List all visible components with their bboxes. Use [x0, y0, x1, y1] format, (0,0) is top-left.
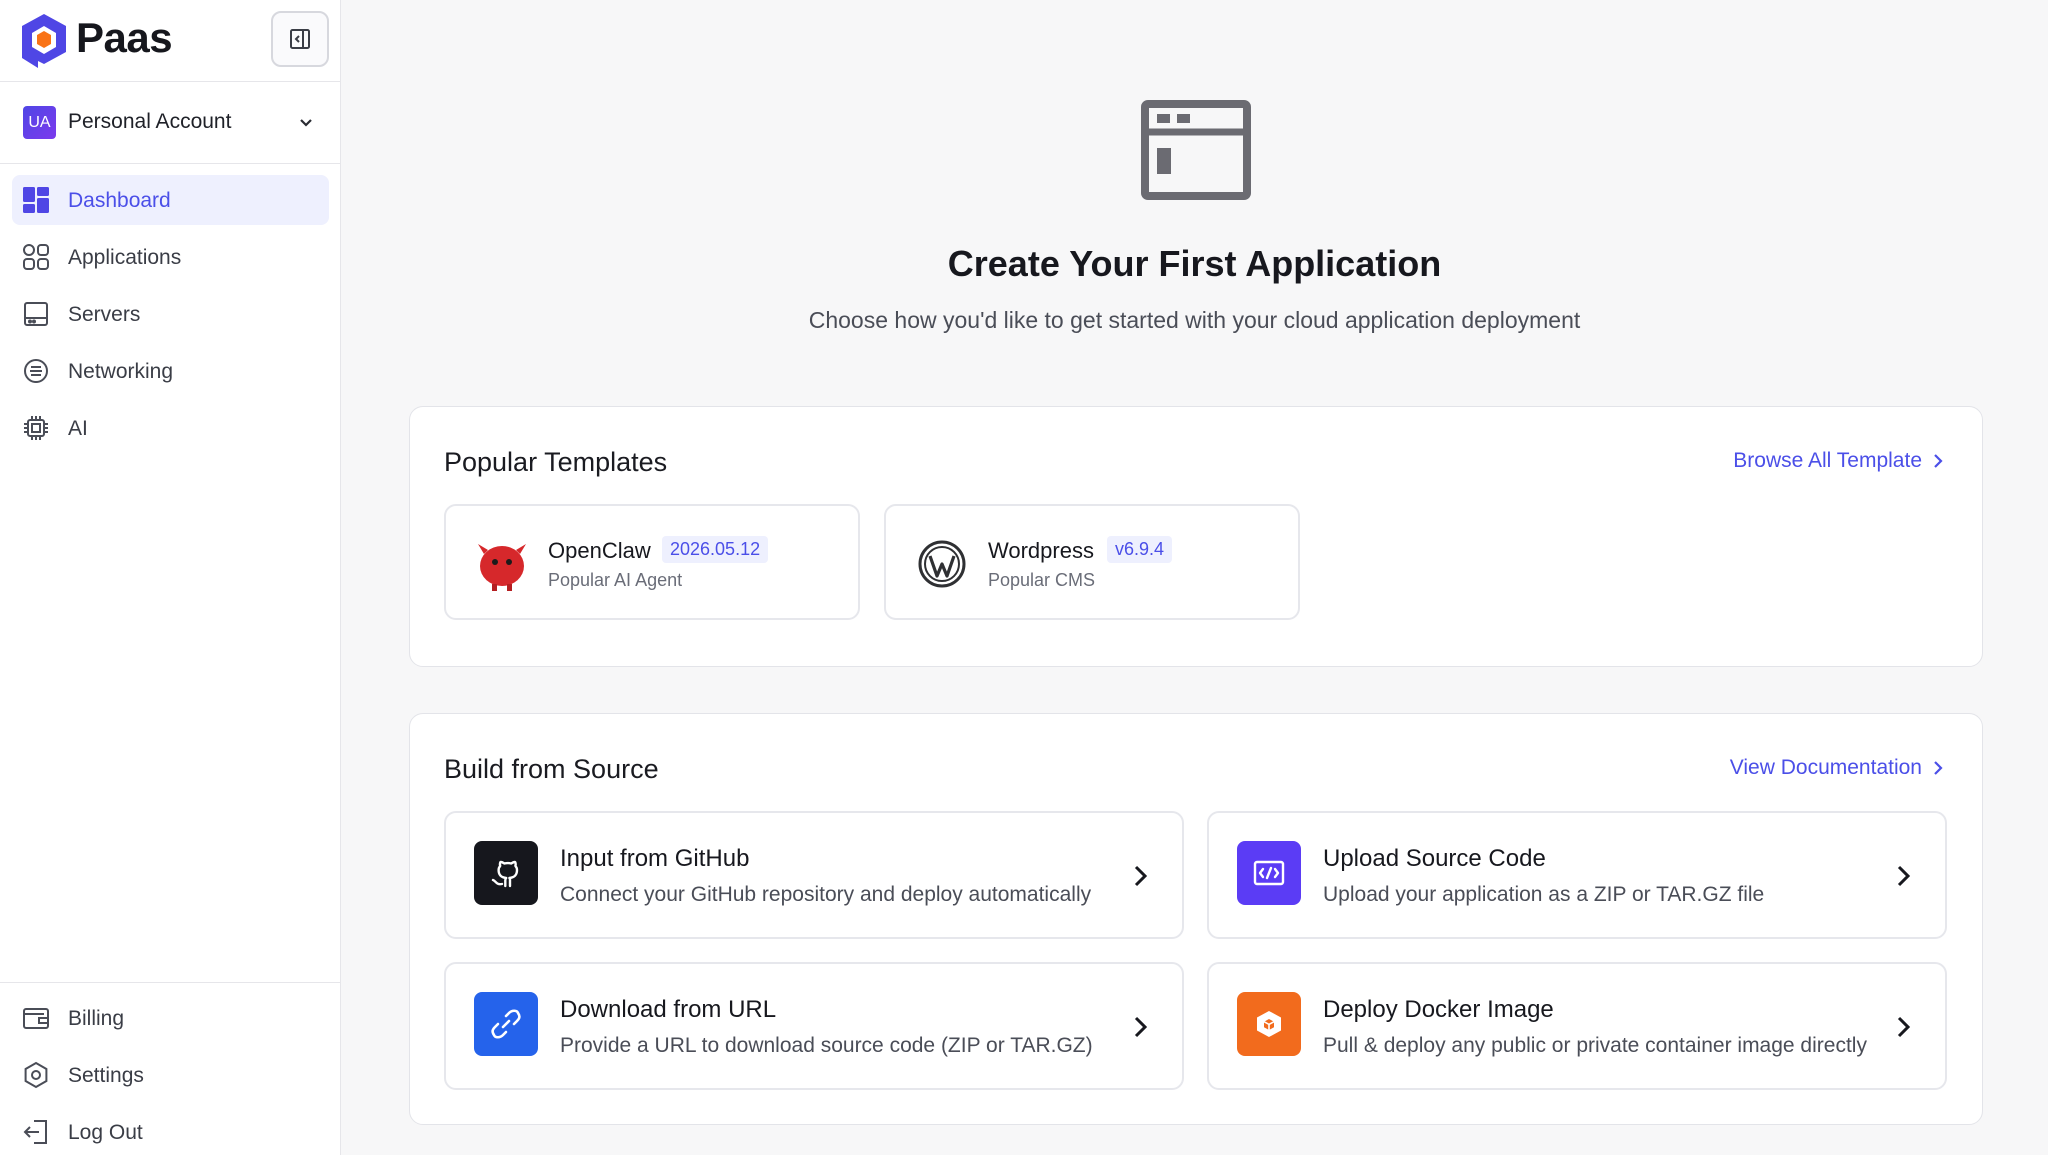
sidebar-item-billing[interactable]: Billing [12, 993, 329, 1043]
popular-templates-card: Popular Templates Browse All Template Op… [409, 406, 1983, 667]
chevron-down-icon [300, 119, 312, 127]
template-name: Wordpress [988, 538, 1094, 563]
sidebar-item-servers[interactable]: Servers [12, 289, 329, 339]
account-avatar: UA [23, 106, 56, 139]
logout-icon [23, 1120, 47, 1144]
sidebar-item-label: Servers [68, 303, 141, 326]
page-title: Create Your First Application [947, 243, 1442, 284]
code-upload-icon [1237, 841, 1301, 905]
github-icon [474, 841, 538, 905]
build-from-source-card: Build from Source View Documentation Inp… [409, 713, 1983, 1125]
source-option-github[interactable]: Input from GitHub Connect your GitHub re… [444, 811, 1184, 939]
sidebar-item-label: Log Out [68, 1121, 143, 1144]
sidebar-item-label: Billing [68, 1007, 125, 1030]
chevron-right-icon [1897, 1016, 1911, 1038]
sidebar-item-label: Dashboard [68, 189, 171, 212]
sidebar-item-label: AI [68, 417, 88, 440]
link-label: View Documentation [1729, 756, 1922, 779]
sidebar-item-networking[interactable]: Networking [12, 346, 329, 396]
brand-header: Paas [0, 0, 341, 82]
section-title: Build from Source [444, 754, 659, 784]
browse-all-templates-link[interactable]: Browse All Template [1733, 449, 1944, 473]
template-description: Popular AI Agent [548, 570, 683, 590]
source-option-docker[interactable]: Deploy Docker Image Pull & deploy any pu… [1207, 962, 1947, 1090]
sidebar-item-ai[interactable]: AI [12, 403, 329, 453]
link-icon [474, 992, 538, 1056]
section-title: Popular Templates [444, 447, 668, 477]
sidebar-item-applications[interactable]: Applications [12, 232, 329, 282]
sidebar-bottom-nav: Billing Settings Log Out [0, 982, 341, 1155]
dashboard-icon [23, 187, 49, 213]
sidebar-item-label: Networking [68, 360, 174, 383]
sidebar-item-dashboard[interactable]: Dashboard [12, 175, 329, 225]
option-description: Upload your application as a ZIP or TAR.… [1323, 883, 1765, 906]
view-documentation-link[interactable]: View Documentation [1730, 756, 1944, 780]
option-title: Upload Source Code [1323, 845, 1546, 872]
version-badge: v6.9.4 [1107, 536, 1173, 563]
version-badge: 2026.05.12 [662, 536, 769, 563]
wallet-icon [23, 1008, 49, 1029]
chip-icon [24, 416, 48, 440]
account-name: Personal Account [68, 110, 232, 133]
option-title: Download from URL [560, 996, 777, 1023]
apps-icon [23, 244, 49, 270]
collapse-sidebar-button[interactable] [271, 11, 329, 67]
sidebar-item-label: Applications [68, 246, 182, 269]
source-option-upload[interactable]: Upload Source Code Upload your applicati… [1207, 811, 1947, 939]
account-switcher[interactable]: UA Personal Account [0, 82, 341, 164]
sidebar-item-label: Settings [68, 1064, 144, 1087]
link-label: Browse All Template [1733, 449, 1922, 472]
option-title: Input from GitHub [560, 845, 750, 872]
wordpress-icon [918, 540, 966, 588]
networking-icon [24, 359, 48, 383]
option-description: Connect your GitHub repository and deplo… [560, 883, 1092, 906]
sidebar-item-logout[interactable]: Log Out [12, 1107, 329, 1155]
settings-icon [24, 1061, 48, 1089]
option-description: Provide a URL to download source code (Z… [560, 1034, 1093, 1057]
sidebar-item-settings[interactable]: Settings [12, 1050, 329, 1100]
page-subtitle: Choose how you'd like to get started wit… [808, 307, 1581, 333]
sidebar-nav: Dashboard Applications Servers Networkin… [12, 175, 329, 460]
openclaw-icon [478, 544, 526, 591]
option-title: Deploy Docker Image [1323, 996, 1554, 1023]
template-card-wordpress[interactable]: Wordpress v6.9.4 Popular CMS [884, 504, 1300, 620]
template-card-openclaw[interactable]: OpenClaw 2026.05.12 Popular AI Agent [444, 504, 860, 620]
chevron-right-icon [1134, 1016, 1148, 1038]
docker-box-icon [1237, 992, 1301, 1056]
chevron-right-icon [1134, 865, 1148, 887]
template-description: Popular CMS [988, 570, 1096, 590]
chevron-right-icon [1934, 761, 1943, 775]
sidebar: Paas UA Personal Account Dashboard Appli… [0, 0, 341, 1155]
sidebar-collapse-icon [290, 29, 310, 49]
brand-name: Paas [76, 14, 173, 61]
browser-window-icon [1141, 100, 1251, 200]
template-name: OpenClaw [548, 538, 651, 563]
main-content: Create Your First Application Choose how… [341, 0, 2048, 1155]
source-option-url[interactable]: Download from URL Provide a URL to downl… [444, 962, 1184, 1090]
paas-logo-icon[interactable] [18, 12, 70, 68]
chevron-right-icon [1934, 454, 1943, 468]
chevron-right-icon [1897, 865, 1911, 887]
option-description: Pull & deploy any public or private cont… [1323, 1034, 1867, 1057]
server-icon [24, 302, 48, 326]
